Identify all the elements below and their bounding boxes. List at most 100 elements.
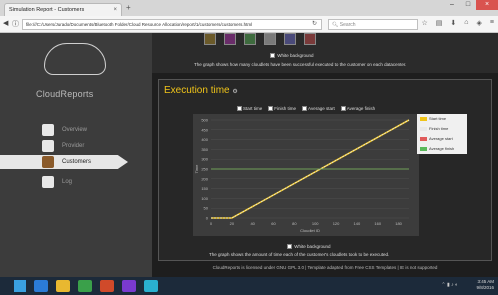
address-toolbar: ◀ ⓘ file:///C:/Users/Jurado/Documents/Bl… [0, 16, 498, 33]
close-window-button[interactable]: × [476, 0, 498, 10]
checkbox[interactable] [270, 53, 275, 59]
clock-date: 9/8/2016 [476, 285, 494, 290]
taskbar-app-icon[interactable] [100, 280, 114, 292]
menu-icon[interactable]: ≡ [490, 19, 494, 27]
url-field[interactable]: file:///C:/Users/Jurado/Documents/Blueto… [22, 19, 322, 30]
main-content: White background The graph shows how man… [152, 33, 498, 277]
x-tick-label: 40 [250, 221, 255, 226]
toggle-average-finish[interactable]: Average finish [340, 106, 376, 112]
footer-text: CloudReports is licensed under GNU GPL 3… [212, 265, 438, 270]
window-controls: – □ × [444, 0, 498, 12]
sidebar-item-overview[interactable]: Overview [0, 123, 130, 137]
system-tray[interactable]: ⌃ ▮ ♪ ◐ [441, 282, 458, 288]
white-background-toggle[interactable]: White background [270, 53, 314, 59]
y-tick-label: 400 [201, 137, 208, 142]
sidebar-item-provider[interactable]: Provider [0, 139, 130, 153]
minimize-button[interactable]: – [444, 0, 460, 10]
customers-icon [42, 156, 54, 168]
x-tick-label: 180 [395, 221, 402, 226]
maximize-button[interactable]: □ [460, 0, 476, 10]
toggle-finish-time[interactable]: Finish time [268, 106, 297, 112]
color-swatch [304, 33, 316, 45]
legend-swatch [420, 137, 427, 141]
execution-time-chart[interactable]: 0 50 100 150 200 250 300 350 400 450 500 0 20 40 60 80 1… [193, 114, 419, 236]
y-tick-label: 200 [201, 176, 208, 181]
checkbox[interactable] [237, 106, 242, 112]
toggle-start-time[interactable]: Start time [237, 106, 262, 112]
chart-svg: 0 50 100 150 200 250 300 350 400 450 500 0 20 40 60 80 1… [194, 118, 410, 233]
y-axis-label: Time [194, 164, 199, 174]
browser-tools: ☆ ▤ ⬇ ⌂ ◈ ≡ [422, 19, 495, 27]
shield-icon[interactable]: ◈ [477, 19, 482, 27]
x-tick-label: 20 [230, 221, 235, 226]
x-tick-label: 80 [292, 221, 297, 226]
taskbar-apps [34, 280, 158, 292]
home-icon[interactable]: ⌂ [464, 19, 468, 27]
legend-item: Average finish [417, 144, 467, 154]
color-swatch [204, 33, 216, 45]
back-arrow-icon[interactable]: ◀ [3, 19, 8, 27]
chart-legend: Start time Finish time Average start Averag… [417, 114, 467, 154]
toggle-label: Finish time [274, 106, 297, 111]
taskbar-app-icon[interactable] [144, 280, 158, 292]
taskbar-app-icon[interactable] [56, 280, 70, 292]
browser-tab[interactable]: Simulation Report - Customers × [4, 3, 122, 16]
download-arrow-icon[interactable]: ⬇ [450, 19, 456, 27]
windows-start-icon[interactable] [14, 280, 26, 292]
sidebar-item-label: Customers [62, 159, 92, 165]
checkbox[interactable] [340, 106, 346, 112]
search-input[interactable]: 🔍︎ Search [328, 19, 418, 30]
toggle-label: Average finish [346, 106, 376, 111]
gear-icon[interactable]: ⚙ [232, 89, 237, 95]
bookmark-star-icon[interactable]: ☆ [422, 19, 428, 27]
y-tick-label: 50 [204, 206, 209, 211]
x-tick-label: 140 [354, 221, 361, 226]
taskbar-app-icon[interactable] [78, 280, 92, 292]
taskbar-app-icon[interactable] [34, 280, 48, 292]
windows-taskbar: ⌃ ▮ ♪ ◐ 3:45 AM 9/8/2016 [0, 277, 498, 295]
sidebar-item-label: Log [62, 179, 73, 185]
clock[interactable]: 3:45 AM 9/8/2016 [476, 279, 494, 291]
legend-label: Average start [429, 136, 453, 141]
y-tick-label: 0 [206, 216, 209, 221]
legend-item: Start time [417, 114, 467, 124]
graph-description: The graph shows how many cloudlets have … [194, 62, 407, 67]
y-tick-label: 100 [201, 196, 208, 201]
legend-item: Average start [417, 134, 467, 144]
checkbox[interactable] [268, 106, 274, 112]
color-swatch [244, 33, 256, 45]
new-tab-button[interactable]: + [126, 3, 131, 13]
log-icon [42, 176, 54, 188]
cloud-logo-icon [44, 43, 106, 75]
graph-description: The graph shows the amount of time each … [209, 252, 390, 257]
legend-swatch [420, 117, 427, 121]
sidebar-item-log[interactable]: Log [0, 175, 130, 189]
checkbox[interactable] [302, 106, 308, 112]
execution-time-title: Execution time [164, 85, 230, 96]
white-background-label: White background [294, 244, 331, 249]
legend-swatch [420, 147, 427, 151]
close-tab-icon[interactable]: × [113, 4, 117, 16]
checkbox[interactable] [287, 244, 292, 250]
color-swatch [264, 33, 276, 45]
reload-icon[interactable]: ↻ [312, 20, 317, 27]
y-tick-label: 450 [201, 127, 208, 132]
white-background-toggle[interactable]: White background [287, 244, 331, 250]
x-axis-label: Cloudlet ID [300, 228, 320, 233]
y-tick-label: 150 [201, 186, 208, 191]
sidebar-item-customers[interactable]: Customers [0, 155, 128, 169]
library-icon[interactable]: ▤ [436, 19, 443, 27]
search-icon: 🔍︎ [332, 22, 339, 28]
legend-label: Start time [429, 116, 447, 121]
search-placeholder: Search [339, 22, 356, 28]
toggle-label: Average start [308, 106, 335, 111]
card-title: Execution time ⚙ [164, 85, 238, 96]
sidebar-item-label: Provider [62, 143, 85, 149]
info-icon[interactable]: ⓘ [12, 19, 19, 29]
tab-title: Simulation Report - Customers [9, 7, 85, 13]
overview-icon [42, 124, 54, 136]
toggle-average-start[interactable]: Average start [302, 106, 335, 112]
white-background-label: White background [277, 53, 314, 58]
color-swatch [224, 33, 236, 45]
taskbar-app-icon[interactable] [122, 280, 136, 292]
